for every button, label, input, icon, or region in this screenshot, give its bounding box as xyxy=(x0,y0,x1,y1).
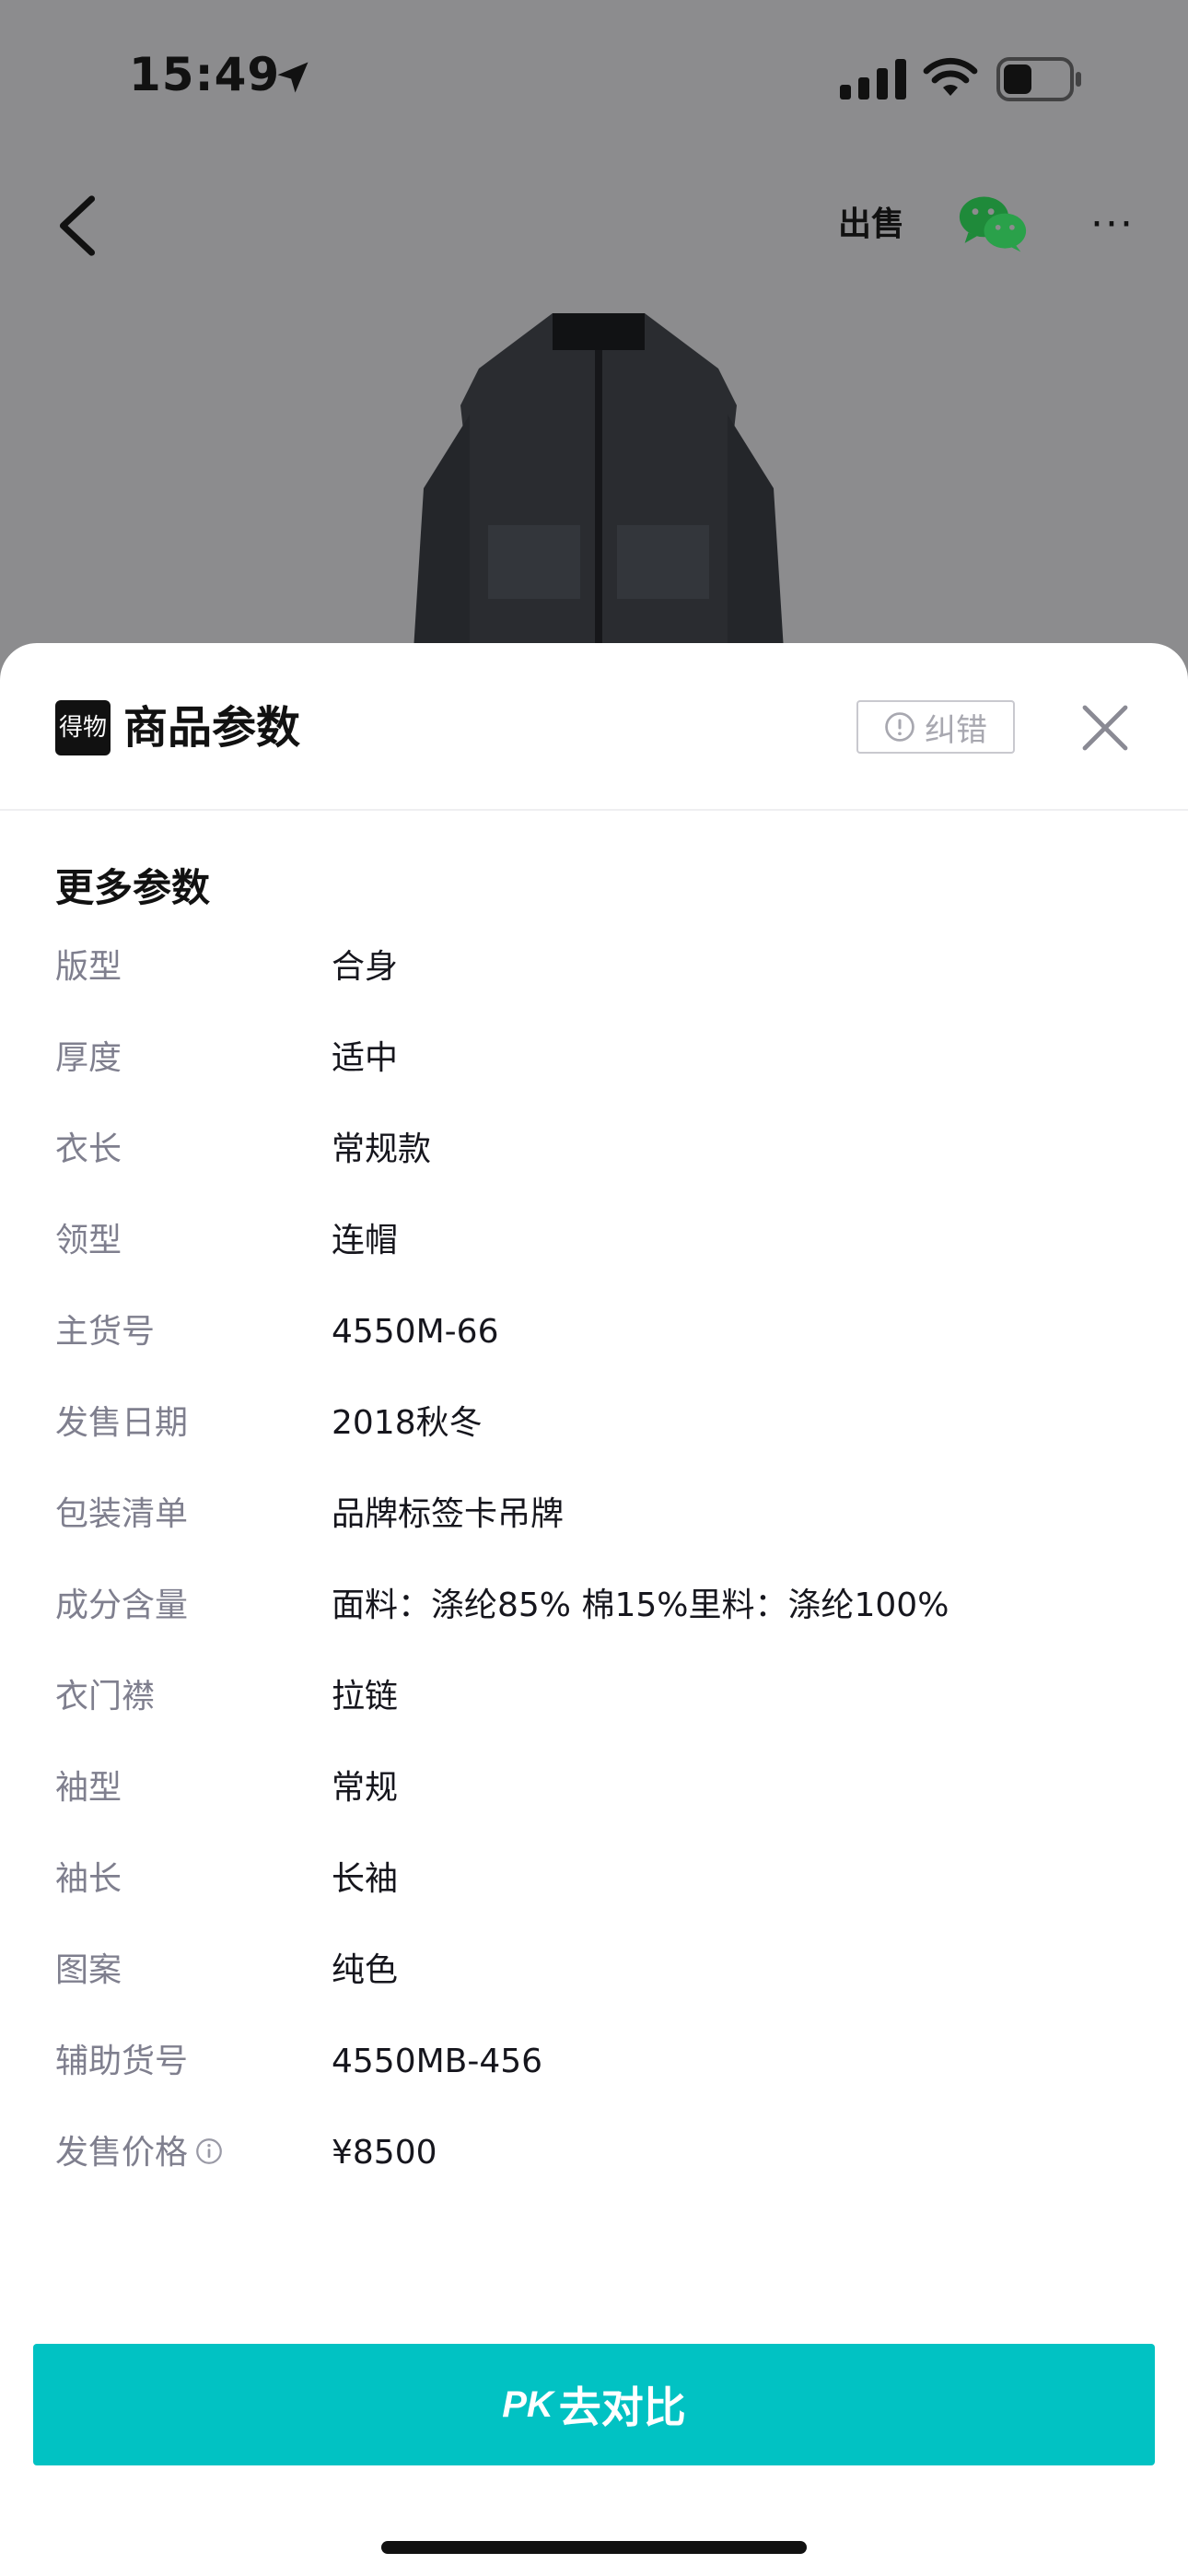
battery-icon xyxy=(996,57,1081,101)
status-time: 15:49 xyxy=(129,48,281,101)
param-label: 包装清单 xyxy=(55,1495,189,1533)
wifi-icon xyxy=(923,57,978,96)
info-icon[interactable] xyxy=(195,2137,223,2165)
param-label: 辅助货号 xyxy=(55,2043,189,2080)
param-value: 长袖 xyxy=(332,1860,399,1898)
more-options-icon[interactable]: ··· xyxy=(1085,197,1140,252)
cellular-signal-icon xyxy=(840,59,906,100)
report-error-button[interactable]: 纠错 xyxy=(856,700,1015,754)
wechat-icon[interactable] xyxy=(958,193,1028,254)
param-label: 领型 xyxy=(55,1222,122,1259)
param-value: ¥8500 xyxy=(332,2134,437,2172)
param-label-text: 发售价格 xyxy=(55,2134,189,2172)
param-row: 图案 纯色 xyxy=(0,1943,1188,2034)
param-label: 衣门襟 xyxy=(55,1678,156,1715)
param-value: 常规款 xyxy=(332,1130,432,1168)
param-label: 衣长 xyxy=(55,1130,122,1168)
param-row: 厚度 适中 xyxy=(0,1031,1188,1122)
status-bar: 15:49 xyxy=(0,0,1188,157)
param-row: 领型 连帽 xyxy=(0,1213,1188,1305)
param-row: 袖长 长袖 xyxy=(0,1852,1188,1943)
param-value: 纯色 xyxy=(332,1951,399,1989)
dewu-logo: 得物 xyxy=(55,700,111,755)
param-value: 品牌标签卡吊牌 xyxy=(332,1495,565,1533)
param-value: 连帽 xyxy=(332,1222,399,1259)
param-row: 包装清单 品牌标签卡吊牌 xyxy=(0,1487,1188,1578)
param-row: 发售日期 2018秋冬 xyxy=(0,1396,1188,1487)
pk-compare-button[interactable]: PK 去对比 xyxy=(33,2344,1155,2465)
product-params-sheet: 得物 商品参数 纠错 更多参数 版型 合身 厚度 适中 衣长 常规款 领型 连帽… xyxy=(0,643,1188,2576)
location-arrow-icon xyxy=(277,62,309,93)
param-row: 版型 合身 xyxy=(0,940,1188,1031)
param-label: 发售日期 xyxy=(55,1404,189,1442)
param-label: 主货号 xyxy=(55,1313,156,1351)
param-label: 袖型 xyxy=(55,1769,122,1807)
close-icon[interactable] xyxy=(1079,702,1131,754)
product-nav-bar: 出售 ··· xyxy=(0,175,1188,276)
param-value: 合身 xyxy=(332,948,399,986)
pk-compare-label: 去对比 xyxy=(558,2383,686,2431)
back-chevron-icon[interactable] xyxy=(52,193,103,258)
param-value: 适中 xyxy=(332,1039,399,1077)
app-screen: 15:49 出售 ··· 得物 商品参数 纠错 更多参数 版型 合身 厚度 适中… xyxy=(0,0,1188,2576)
param-value: 2018秋冬 xyxy=(332,1404,483,1442)
param-label: 成分含量 xyxy=(55,1587,189,1624)
param-row: 成分含量 面料：涤纶85% 棉15%里料：涤纶100% xyxy=(0,1578,1188,1669)
param-label-with-info: 发售价格 xyxy=(55,2125,223,2181)
param-value: 常规 xyxy=(332,1769,399,1807)
sell-icon[interactable]: 出售 xyxy=(838,192,904,258)
param-row: 衣门襟 拉链 xyxy=(0,1669,1188,1761)
more-params-title: 更多参数 xyxy=(55,865,211,910)
pk-mark: PK xyxy=(502,2383,553,2425)
param-list: 版型 合身 厚度 适中 衣长 常规款 领型 连帽 主货号 4550M-66 发售… xyxy=(0,940,1188,2217)
param-row: 发售价格 ¥8500 xyxy=(0,2125,1188,2217)
sheet-title: 商品参数 xyxy=(123,702,301,754)
param-row: 主货号 4550M-66 xyxy=(0,1305,1188,1396)
param-label: 厚度 xyxy=(55,1039,122,1077)
param-row: 衣长 常规款 xyxy=(0,1122,1188,1213)
param-row: 辅助货号 4550MB-456 xyxy=(0,2034,1188,2125)
param-value: 面料：涤纶85% 棉15%里料：涤纶100% xyxy=(332,1587,949,1624)
param-label: 图案 xyxy=(55,1951,122,1989)
param-row: 袖型 常规 xyxy=(0,1761,1188,1852)
param-value: 拉链 xyxy=(332,1678,399,1715)
product-page-background: 15:49 出售 ··· xyxy=(0,0,1188,709)
sheet-header: 得物 商品参数 纠错 xyxy=(0,643,1188,811)
param-value: 4550M-66 xyxy=(332,1313,499,1351)
param-label: 版型 xyxy=(55,948,122,986)
home-indicator[interactable] xyxy=(381,2541,807,2554)
param-label: 袖长 xyxy=(55,1860,122,1898)
report-error-label: 纠错 xyxy=(925,711,987,749)
param-value: 4550MB-456 xyxy=(332,2043,543,2080)
exclamation-circle-icon xyxy=(885,712,914,742)
